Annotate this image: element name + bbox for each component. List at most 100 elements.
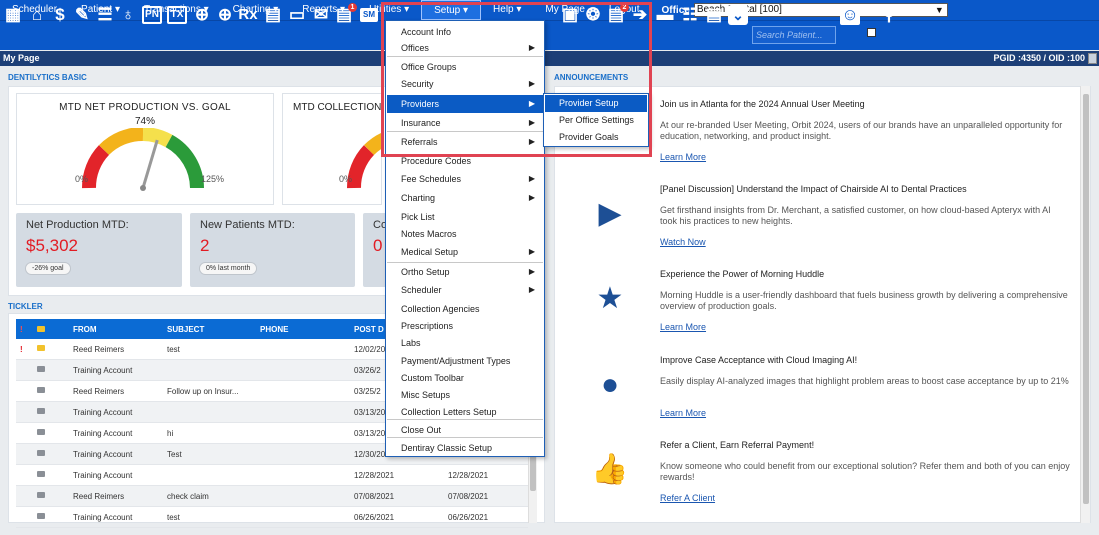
announcement-link[interactable]: Watch Now	[660, 237, 706, 247]
menu-item-label: Dentiray Classic Setup	[401, 443, 493, 453]
progress-notes-icon[interactable]: PN	[142, 6, 162, 24]
globe-settings-icon[interactable]: ❂	[583, 5, 603, 25]
arrow-right-icon[interactable]: ➔	[630, 5, 650, 25]
down-chevron-icon[interactable]: ⌄	[728, 5, 748, 25]
menu-item-label: Account Info	[401, 27, 452, 37]
announcement-title: Refer a Client, Earn Referral Payment!	[660, 440, 815, 450]
tickler-post-date: 07/08/2021	[354, 492, 395, 501]
main-menubar: Scheduler Patient ▾ Transactions ▾ Chart…	[0, 0, 1099, 20]
gauge-min-label: 0%	[339, 174, 353, 184]
menu-setup[interactable]: Setup ▾	[421, 0, 482, 20]
setup-menu-item[interactable]: Ortho Setup ▶	[387, 263, 543, 281]
setup-menu-item[interactable]: Pick List	[387, 208, 543, 226]
setup-menu-item[interactable]: Notes Macros	[387, 225, 543, 243]
tickler-header-from[interactable]: FROM	[73, 325, 97, 334]
list-icon[interactable]: ▤	[263, 5, 283, 25]
providers-submenu-item[interactable]: Provider Goals	[545, 129, 647, 146]
envelope-icon	[37, 492, 45, 498]
setup-menu-item[interactable]: Misc Setups	[387, 386, 543, 404]
window-restore-icon[interactable]	[1088, 53, 1097, 64]
setup-menu-item[interactable]: Dentiray Classic Setup	[387, 439, 543, 457]
patient-search-icon[interactable]: ☺	[840, 5, 860, 25]
setup-menu-item[interactable]: Fee Schedules ▶	[387, 170, 543, 188]
alerts-badge: 2	[620, 3, 629, 12]
setup-menu-item[interactable]: Office Groups	[387, 58, 543, 76]
setup-menu-item[interactable]: Providers ▶	[387, 95, 543, 113]
announcement-link[interactable]: Refer A Client	[660, 493, 715, 503]
announcement-link[interactable]: Learn More	[660, 322, 706, 332]
tickler-header-phone[interactable]: PHONE	[260, 325, 288, 334]
announcement-link[interactable]: Learn More	[660, 152, 706, 162]
announcement-link[interactable]: Learn More	[660, 408, 706, 418]
gauge-arc-red	[346, 145, 375, 189]
home-icon[interactable]: ⌂	[27, 5, 47, 25]
providers-submenu-item[interactable]: Provider Setup	[545, 95, 647, 112]
menu-item-label: Ortho Setup	[401, 267, 450, 277]
table-row[interactable]: Training Account test 06/26/2021 06/26/2021	[16, 507, 528, 528]
menu-item-label: Providers	[401, 99, 440, 109]
setup-menu-item[interactable]: Payment/Adjustment Types	[387, 352, 543, 370]
gauge-arc-green	[165, 134, 204, 189]
treatment-icon[interactable]: TX	[167, 6, 187, 24]
dollar-icon[interactable]: $	[50, 5, 70, 25]
prescription-icon[interactable]: Rx	[238, 5, 258, 25]
tickler-from: Training Account	[73, 366, 133, 375]
chevron-down-icon: ▼	[934, 5, 944, 15]
group-search-icon[interactable]: ⚲	[879, 5, 899, 25]
menu-item-label: Medical Setup	[401, 247, 459, 257]
card-icon[interactable]: ▬	[655, 5, 675, 25]
menu-item-label: Security	[401, 79, 434, 89]
icon-toolbar	[0, 20, 1099, 50]
mail-icon[interactable]: ✉	[311, 5, 331, 25]
table-row[interactable]: Training Account 12/28/2021 12/28/2021	[16, 465, 528, 486]
announcements-scrollbar[interactable]	[1080, 86, 1090, 523]
tooth-list-icon[interactable]: ☰	[95, 5, 115, 25]
calendar-icon[interactable]: ▦	[3, 5, 23, 25]
print-icon[interactable]: ▭	[287, 5, 307, 25]
sms-icon[interactable]: SM	[360, 8, 378, 22]
gauge-min-label: 0%	[75, 174, 89, 184]
page-title: My Page	[3, 53, 40, 63]
setup-menu-item[interactable]: Offices ▶	[387, 39, 543, 57]
setup-menu-item[interactable]: Custom Toolbar	[387, 369, 543, 387]
tooth-icon[interactable]: ♁	[118, 5, 138, 25]
gauge-arc-yellow	[99, 128, 144, 156]
menu-item-label: Charting	[401, 193, 436, 203]
setup-menu-item[interactable]: Insurance ▶	[387, 114, 543, 132]
scrollbar-thumb[interactable]	[1083, 94, 1089, 504]
metric-value: $5,302	[26, 236, 78, 255]
providers-submenu-item[interactable]: Per Office Settings	[545, 112, 647, 129]
tickler-post-date: 12/28/2021	[354, 471, 395, 480]
messages-icon[interactable]: ▤ 1	[334, 3, 357, 25]
setup-menu-item[interactable]: Procedure Codes	[387, 152, 543, 170]
setup-menu-item[interactable]: Referrals ▶	[387, 133, 543, 151]
edit-icon[interactable]: ✎	[72, 5, 92, 25]
group-icon[interactable]: ☷	[680, 5, 700, 25]
setup-menu-item[interactable]: Charting ▶	[387, 189, 543, 207]
setup-menu-item[interactable]: Security ▶	[387, 75, 543, 93]
setup-menu-item[interactable]: Prescriptions	[387, 317, 543, 335]
tickler-post-date: 06/26/2021	[354, 513, 395, 522]
setup-menu-item[interactable]: Scheduler ▶	[387, 281, 543, 299]
envelope-icon	[37, 513, 45, 519]
add-patient-icon[interactable]: ⊕	[192, 5, 212, 25]
document-icon[interactable]: ▣	[560, 5, 580, 25]
announcement-body: Easily display AI-analyzed images that h…	[660, 376, 1069, 386]
setup-menu-item[interactable]: Labs	[387, 334, 543, 352]
alerts-icon[interactable]: ▤ 2	[606, 3, 629, 25]
submenu-arrow-icon: ▶	[528, 285, 535, 294]
menu-help[interactable]: Help ▾	[481, 0, 533, 20]
add-family-icon[interactable]: ⊕	[215, 5, 235, 25]
table-row[interactable]: Reed Reimers check claim 07/08/2021 07/08/2…	[16, 486, 528, 507]
setup-menu-item[interactable]: Collection Agencies	[387, 300, 543, 318]
tickler-header-subject[interactable]: SUBJECT	[167, 325, 204, 334]
menu-item-label: Insurance	[401, 118, 441, 128]
providers-submenu: Provider Setup Per Office Settings Provide…	[543, 93, 649, 147]
printer-icon[interactable]: ▤	[704, 5, 724, 25]
tickler-flag: !	[20, 345, 23, 354]
tickler-header-post-date[interactable]: POST D	[354, 325, 384, 334]
search-option-checkbox[interactable]	[867, 28, 876, 37]
setup-menu-item[interactable]: Medical Setup ▶	[387, 243, 543, 261]
search-patient-input[interactable]: Search Patient...	[752, 26, 836, 44]
metric-pill: 0% last month	[199, 262, 258, 275]
